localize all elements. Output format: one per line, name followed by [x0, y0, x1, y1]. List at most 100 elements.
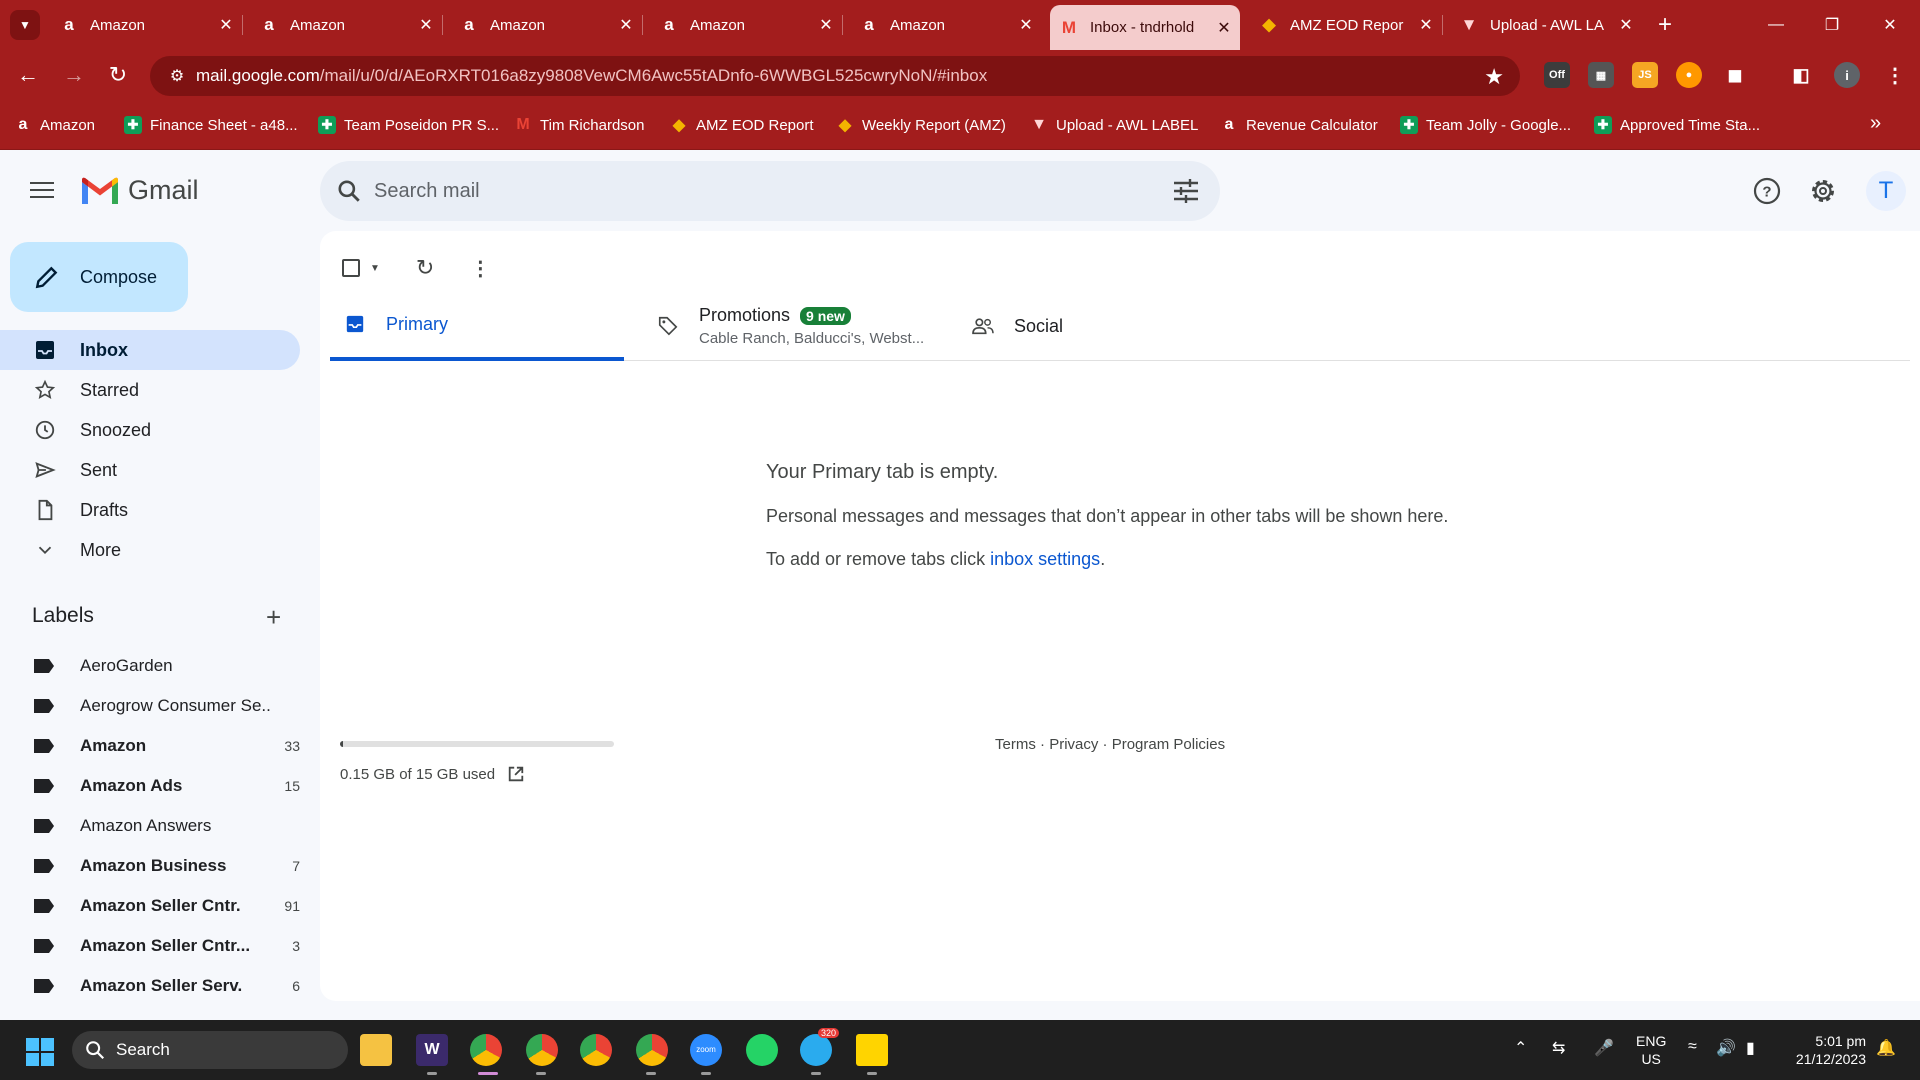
wifi-icon[interactable]: ≈: [1688, 1038, 1697, 1056]
program-policies-link[interactable]: Program Policies: [1112, 736, 1225, 753]
bookmark-revenue-calculator[interactable]: a Revenue Calculator: [1220, 114, 1378, 136]
privacy-link[interactable]: Privacy: [1049, 736, 1098, 753]
browser-tab-amazon-5[interactable]: a Amazon ✕: [850, 7, 1042, 43]
gear-icon[interactable]: [1808, 176, 1838, 206]
sidebar-item-inbox[interactable]: Inbox: [0, 330, 300, 370]
label-item-amazon-seller-cntr[interactable]: Amazon Seller Cntr. 91: [0, 886, 300, 926]
bookmark-team-poseidon[interactable]: ✚ Team Poseidon PR S...: [318, 114, 499, 136]
extensions-puzzle-icon[interactable]: ◼: [1722, 62, 1748, 88]
back-button[interactable]: ←: [12, 59, 44, 91]
restore-button[interactable]: ❐: [1812, 10, 1852, 40]
search-icon[interactable]: [334, 178, 364, 204]
notification-bell-icon[interactable]: 🔔: [1876, 1038, 1896, 1058]
new-tab-button[interactable]: +: [1650, 10, 1680, 40]
close-icon[interactable]: ✕: [1416, 15, 1436, 35]
js-extension-icon[interactable]: JS: [1632, 62, 1658, 88]
reload-button[interactable]: ↻: [102, 59, 134, 91]
file-explorer-icon[interactable]: [360, 1034, 392, 1066]
battery-icon[interactable]: ▮: [1746, 1038, 1755, 1058]
label-item-amazon-seller-serv[interactable]: Amazon Seller Serv. 6: [0, 966, 300, 1006]
label-item-amazon[interactable]: Amazon 33: [0, 726, 300, 766]
inbox-settings-link[interactable]: inbox settings: [990, 549, 1100, 569]
zoom-icon[interactable]: zoom: [690, 1034, 722, 1066]
chrome-icon[interactable]: [470, 1034, 502, 1066]
gmail-logo[interactable]: Gmail: [80, 175, 199, 206]
windows-start-icon[interactable]: [26, 1038, 54, 1066]
browser-tab-amazon-3[interactable]: a Amazon ✕: [450, 7, 643, 43]
browser-tab-upload-awl[interactable]: ▼ Upload - AWL LA ✕: [1450, 7, 1642, 43]
extension-off-icon[interactable]: Off: [1544, 62, 1570, 88]
close-icon[interactable]: ✕: [416, 15, 436, 35]
close-icon[interactable]: ✕: [816, 15, 836, 35]
forward-button[interactable]: →: [58, 59, 90, 91]
bookmark-upload-awl[interactable]: ▼ Upload - AWL LABEL: [1030, 114, 1198, 136]
site-settings-icon[interactable]: ⚙: [162, 66, 192, 86]
close-icon[interactable]: ✕: [616, 15, 636, 35]
help-icon[interactable]: ?: [1752, 176, 1782, 206]
sidebar-item-starred[interactable]: Starred: [0, 370, 300, 410]
chrome-icon[interactable]: [580, 1034, 612, 1066]
chevron-up-icon[interactable]: ⌃: [1514, 1038, 1527, 1058]
network-sync-icon[interactable]: ⇆: [1552, 1038, 1565, 1058]
browser-tab-amz-eod[interactable]: ◆ AMZ EOD Repor ✕: [1250, 7, 1443, 43]
tab-search-button[interactable]: ▼: [10, 10, 40, 40]
bookmark-team-jolly[interactable]: ✚ Team Jolly - Google...: [1400, 114, 1571, 136]
profile-icon[interactable]: i: [1834, 62, 1860, 88]
browser-menu-icon[interactable]: ⋮: [1882, 62, 1908, 88]
whatsapp-icon[interactable]: [746, 1034, 778, 1066]
chrome-icon[interactable]: [526, 1034, 558, 1066]
close-window-button[interactable]: ✕: [1870, 10, 1910, 40]
tab-primary[interactable]: Primary: [330, 291, 624, 361]
tab-social[interactable]: Social: [970, 291, 1170, 361]
close-icon[interactable]: ✕: [216, 15, 236, 35]
microphone-icon[interactable]: 🎤: [1594, 1038, 1614, 1058]
account-avatar[interactable]: T: [1866, 171, 1906, 211]
sidebar-item-more[interactable]: More: [0, 530, 300, 570]
side-panel-icon[interactable]: ◧: [1788, 62, 1814, 88]
tab-promotions[interactable]: Promotions 9 new Cable Ranch, Balducci's…: [655, 291, 955, 361]
sidebar-item-snoozed[interactable]: Snoozed: [0, 410, 300, 450]
bookmark-weekly-report[interactable]: ◆ Weekly Report (AMZ): [836, 114, 1006, 136]
select-options-caret-icon[interactable]: ▼: [370, 263, 380, 274]
close-icon[interactable]: ✕: [1214, 18, 1234, 38]
close-icon[interactable]: ✕: [1616, 15, 1636, 35]
select-all-checkbox[interactable]: [342, 259, 360, 277]
chrome-icon[interactable]: [636, 1034, 668, 1066]
label-item-amazon-seller-cntr-2[interactable]: Amazon Seller Cntr... 3: [0, 926, 300, 966]
telegram-icon[interactable]: 320: [800, 1028, 840, 1066]
label-item-aerogarden[interactable]: AeroGarden: [0, 646, 300, 686]
bookmark-finance-sheet[interactable]: ✚ Finance Sheet - a48...: [124, 114, 298, 136]
sidebar-item-sent[interactable]: Sent: [0, 450, 300, 490]
volume-icon[interactable]: 🔊: [1716, 1038, 1736, 1058]
bookmark-approved-time[interactable]: ✚ Approved Time Sta...: [1594, 114, 1760, 136]
bookmark-star-icon[interactable]: ★: [1484, 64, 1504, 90]
system-clock[interactable]: 5:01 pm 21/12/2023: [1786, 1032, 1866, 1068]
refresh-icon[interactable]: ↻: [416, 255, 434, 281]
color-picker-icon[interactable]: ●: [1676, 62, 1702, 88]
browser-tab-amazon-4[interactable]: a Amazon ✕: [650, 7, 843, 43]
search-input[interactable]: [374, 179, 1154, 203]
terms-link[interactable]: Terms: [995, 736, 1036, 753]
search-bar[interactable]: [320, 161, 1220, 221]
label-item-amazon-ads[interactable]: Amazon Ads 15: [0, 766, 300, 806]
bookmark-amz-eod-report[interactable]: ◆ AMZ EOD Report: [670, 114, 814, 136]
more-options-icon[interactable]: ⋮: [470, 256, 490, 281]
label-item-amazon-answers[interactable]: Amazon Answers: [0, 806, 300, 846]
bookmark-tim-richardson[interactable]: M Tim Richardson: [514, 114, 644, 136]
minimize-button[interactable]: —: [1756, 10, 1796, 40]
search-options-icon[interactable]: [1172, 178, 1200, 204]
label-item-amazon-business[interactable]: Amazon Business 7: [0, 846, 300, 886]
browser-tab-amazon-2[interactable]: a Amazon ✕: [250, 7, 443, 43]
address-bar[interactable]: ⚙ mail.google.com/mail/u/0/d/AEoRXRT016a…: [150, 56, 1520, 96]
label-item-aerogrow[interactable]: Aerogrow Consumer Se...: [0, 686, 300, 726]
sticky-notes-icon[interactable]: [856, 1034, 888, 1066]
main-menu-icon[interactable]: [28, 177, 56, 205]
taskbar-search[interactable]: Search: [72, 1031, 348, 1069]
language-indicator[interactable]: ENG US: [1636, 1032, 1666, 1068]
sidebar-item-drafts[interactable]: Drafts: [0, 490, 300, 530]
bookmark-amazon[interactable]: a Amazon: [14, 114, 95, 136]
browser-tab-amazon-1[interactable]: a Amazon ✕: [50, 7, 243, 43]
bookmarks-overflow-icon[interactable]: »: [1870, 112, 1881, 135]
open-external-icon[interactable]: [507, 765, 525, 783]
word-app-icon[interactable]: W: [416, 1034, 448, 1066]
